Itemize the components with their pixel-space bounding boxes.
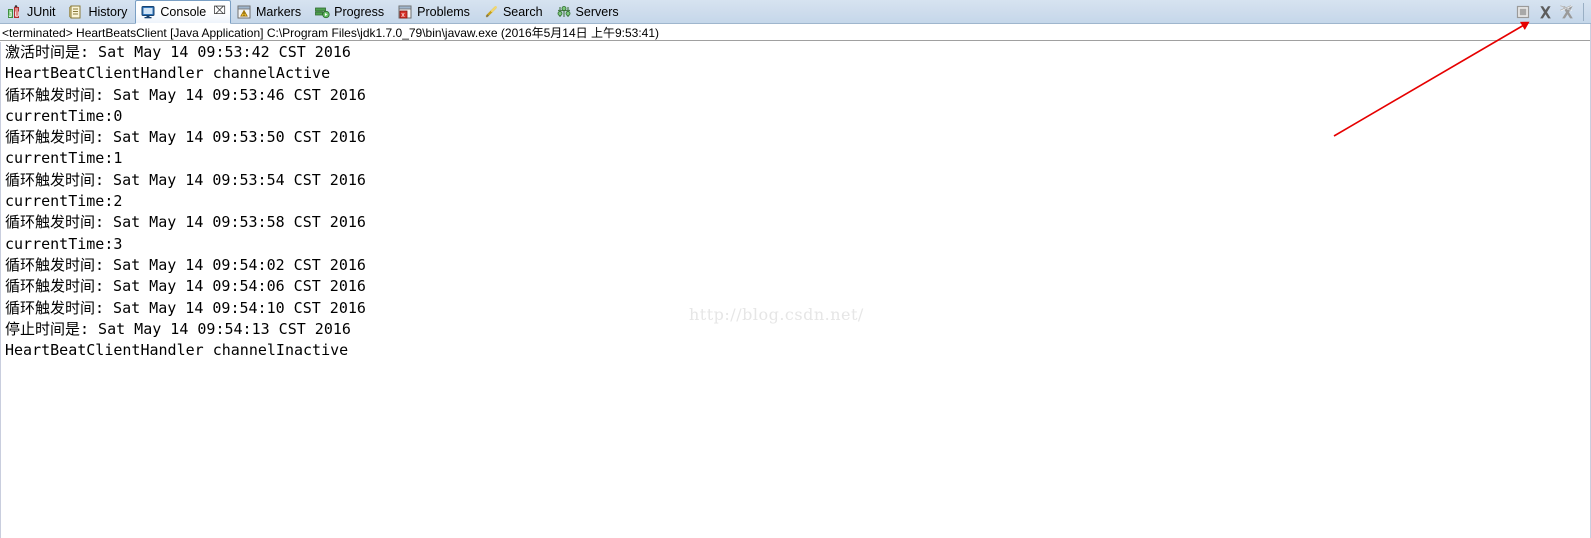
x-mark-multiple-icon — [1559, 4, 1573, 18]
remove-launch-button[interactable] — [1535, 2, 1555, 22]
console-left-border — [0, 42, 1, 538]
stop-square-icon — [1516, 5, 1530, 19]
problems-icon: x — [397, 4, 413, 20]
remove-all-terminated-button[interactable] — [1557, 2, 1577, 22]
tab-junit-label: JUnit — [27, 5, 56, 19]
tab-problems[interactable]: x Problems — [392, 0, 478, 24]
x-mark-icon — [1539, 5, 1551, 18]
tab-progress[interactable]: Progress — [309, 0, 392, 24]
junit-icon: J U — [7, 4, 23, 20]
search-icon — [483, 4, 499, 20]
tab-problems-label: Problems — [417, 5, 470, 19]
console-view-stack: J U JUnit History Console ⌧ Markers Prog… — [0, 0, 1591, 538]
tab-markers-label: Markers — [255, 5, 302, 19]
svg-text:U: U — [15, 12, 20, 19]
tab-servers[interactable]: Servers — [551, 0, 627, 24]
view-toolbar — [1513, 0, 1587, 24]
tab-servers-label: Servers — [575, 5, 619, 19]
tab-console-label: Console — [160, 4, 207, 19]
tab-search[interactable]: Search — [478, 0, 551, 24]
tab-history-label: History — [88, 5, 128, 19]
toolbar-separator — [1583, 3, 1584, 21]
progress-icon — [314, 4, 330, 20]
console-icon — [140, 4, 156, 20]
launch-configuration-line: <terminated> HeartBeatsClient [Java Appl… — [0, 24, 1591, 41]
terminate-button[interactable] — [1513, 2, 1533, 22]
tab-history[interactable]: History — [63, 0, 135, 24]
console-output-area[interactable]: 激活时间是: Sat May 14 09:53:42 CST 2016 Hear… — [0, 41, 1591, 537]
tab-markers[interactable]: Markers — [231, 0, 309, 24]
view-tab-bar: J U JUnit History Console ⌧ Markers Prog… — [0, 0, 1591, 24]
svg-text:x: x — [401, 12, 405, 19]
history-icon — [68, 4, 84, 20]
view-tabs: J U JUnit History Console ⌧ Markers Prog… — [2, 0, 627, 24]
tab-search-label: Search — [502, 5, 543, 19]
tab-junit[interactable]: J U JUnit — [2, 0, 63, 24]
tab-progress-label: Progress — [334, 5, 385, 19]
tab-console[interactable]: Console ⌧ — [135, 0, 231, 24]
servers-icon — [556, 4, 572, 20]
close-icon[interactable]: ⌧ — [213, 6, 226, 17]
svg-text:J: J — [9, 12, 13, 19]
markers-icon — [236, 4, 252, 20]
blog-watermark: http://blog.csdn.net/ — [689, 305, 864, 324]
